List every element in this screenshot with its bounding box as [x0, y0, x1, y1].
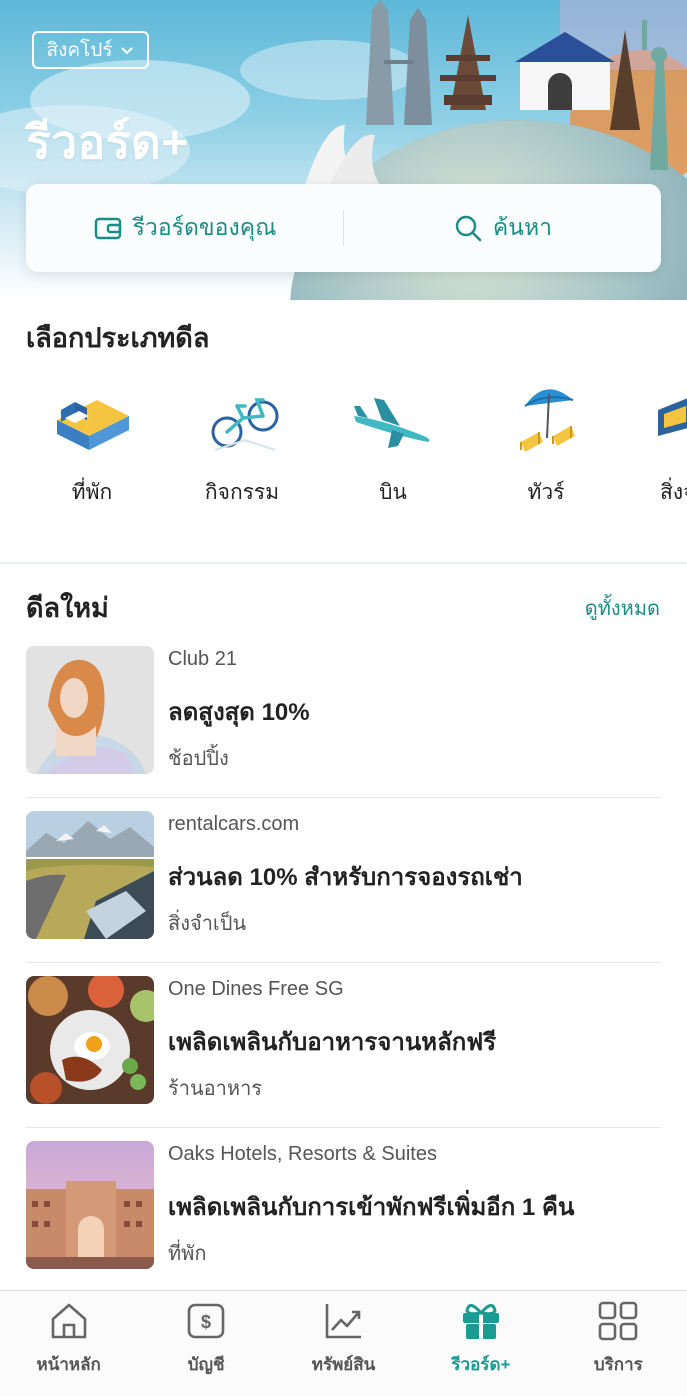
deal-headline: ส่วนลด 10% สำหรับการจองรถเช่า [168, 864, 523, 891]
nav-assets[interactable]: ทรัพย์สิน [275, 1291, 412, 1396]
deal-divider [26, 962, 661, 963]
nav-home[interactable]: หน้าหลัก [0, 1291, 137, 1396]
new-deals-title: ดีลใหม่ [26, 593, 109, 623]
deal-merchant: rentalcars.com [168, 813, 300, 835]
rewards-action-card: รีวอร์ดของคุณ ค้นหา [26, 184, 661, 272]
deal-type-flights[interactable]: บิน [323, 380, 463, 509]
deal-type-essentials[interactable]: สิ่งจ [628, 380, 687, 509]
deal-type-accommodation[interactable]: ที่พัก [22, 380, 162, 509]
deal-type-tours[interactable]: ทัวร์ [476, 380, 616, 509]
nav-label: รีวอร์ด+ [451, 1355, 511, 1374]
deal-merchant: One Dines Free SG [168, 978, 344, 1000]
deal-merchant: Club 21 [168, 648, 237, 670]
country-selector[interactable]: สิงคโปร์ [32, 31, 149, 69]
deal-type-activities[interactable]: กิจกรรม [172, 380, 312, 509]
see-all-link[interactable]: ดูทั้งหมด [585, 592, 660, 624]
grid-icon [599, 1301, 638, 1341]
deal-types-title: เลือกประเภทดีล [26, 323, 210, 353]
deal-item[interactable]: rentalcars.com ส่วนลด 10% สำหรับการจองรถ… [26, 811, 661, 943]
deal-thumbnail [26, 811, 154, 939]
deal-type-label: กิจกรรม [204, 481, 280, 504]
bottom-nav: หน้าหลัก $ บัญชี ทรัพย์สิน รีวอร์ด+ บริก… [0, 1290, 687, 1396]
home-icon [51, 1303, 87, 1339]
deal-item[interactable]: Club 21 ลดสูงสุด 10% ช้อปปิ้ง [26, 646, 661, 778]
nav-label: บัญชี [187, 1355, 225, 1374]
search-label: ค้นหา [492, 214, 553, 240]
page-title: รีวอร์ด+ [26, 116, 189, 168]
nav-services[interactable]: บริการ [550, 1291, 687, 1396]
my-rewards-label: รีวอร์ดของคุณ [132, 214, 277, 240]
deal-thumbnail [26, 1141, 154, 1269]
deal-thumbnail [26, 646, 154, 774]
my-rewards-button[interactable]: รีวอร์ดของคุณ [26, 184, 343, 272]
section-divider [0, 562, 687, 564]
deal-divider [26, 797, 661, 798]
wallet-icon [94, 217, 121, 240]
deal-thumbnail [26, 976, 154, 1104]
nav-account[interactable]: $ บัญชี [137, 1291, 274, 1396]
chart-icon [325, 1304, 361, 1339]
bed-icon [57, 400, 129, 450]
nav-label: บริการ [593, 1355, 643, 1374]
nav-rewards[interactable]: รีวอร์ด+ [412, 1291, 549, 1396]
deal-type-label: บิน [379, 481, 407, 504]
search-button[interactable]: ค้นหา [344, 184, 661, 272]
deal-type-label: ที่พัก [71, 481, 113, 504]
deal-divider [26, 1127, 661, 1128]
deal-item[interactable]: One Dines Free SG เพลิดเพลินกับอาหารจานห… [26, 976, 661, 1108]
country-label: สิงคโปร์ [46, 40, 113, 61]
deal-type-label: สิ่งจ [660, 481, 687, 504]
deal-category: ช้อปปิ้ง [168, 748, 229, 770]
deal-type-label: ทัวร์ [527, 481, 565, 504]
nav-label: หน้าหลัก [36, 1355, 101, 1374]
deal-category: สิ่งจำเป็น [168, 913, 247, 935]
gift-icon [462, 1304, 499, 1339]
deal-merchant: Oaks Hotels, Resorts & Suites [168, 1143, 437, 1165]
deal-headline: เพลิดเพลินกับการเข้าพักฟรีเพิ่มอีก 1 คืน [168, 1194, 575, 1221]
deal-headline: เพลิดเพลินกับอาหารจานหลักฟรี [168, 1029, 497, 1056]
search-icon [455, 215, 482, 242]
airplane-icon [354, 398, 430, 448]
beach-umbrella-icon [520, 389, 575, 452]
chevron-down-icon [120, 47, 133, 55]
deal-category: ร้านอาหาร [168, 1078, 263, 1100]
essentials-icon [658, 398, 687, 436]
deal-category: ที่พัก [168, 1243, 207, 1265]
deal-headline: ลดสูงสุด 10% [168, 699, 310, 726]
deal-types-row: ที่พัก กิจกรรม บิน ทัวร์ สิ่ง [0, 380, 687, 510]
account-icon: $ [187, 1303, 225, 1339]
deal-item[interactable]: Oaks Hotels, Resorts & Suites เพลิดเพลิน… [26, 1141, 661, 1273]
bicycle-icon [211, 398, 279, 451]
svg-text:$: $ [201, 1312, 211, 1332]
nav-label: ทรัพย์สิน [311, 1355, 376, 1374]
